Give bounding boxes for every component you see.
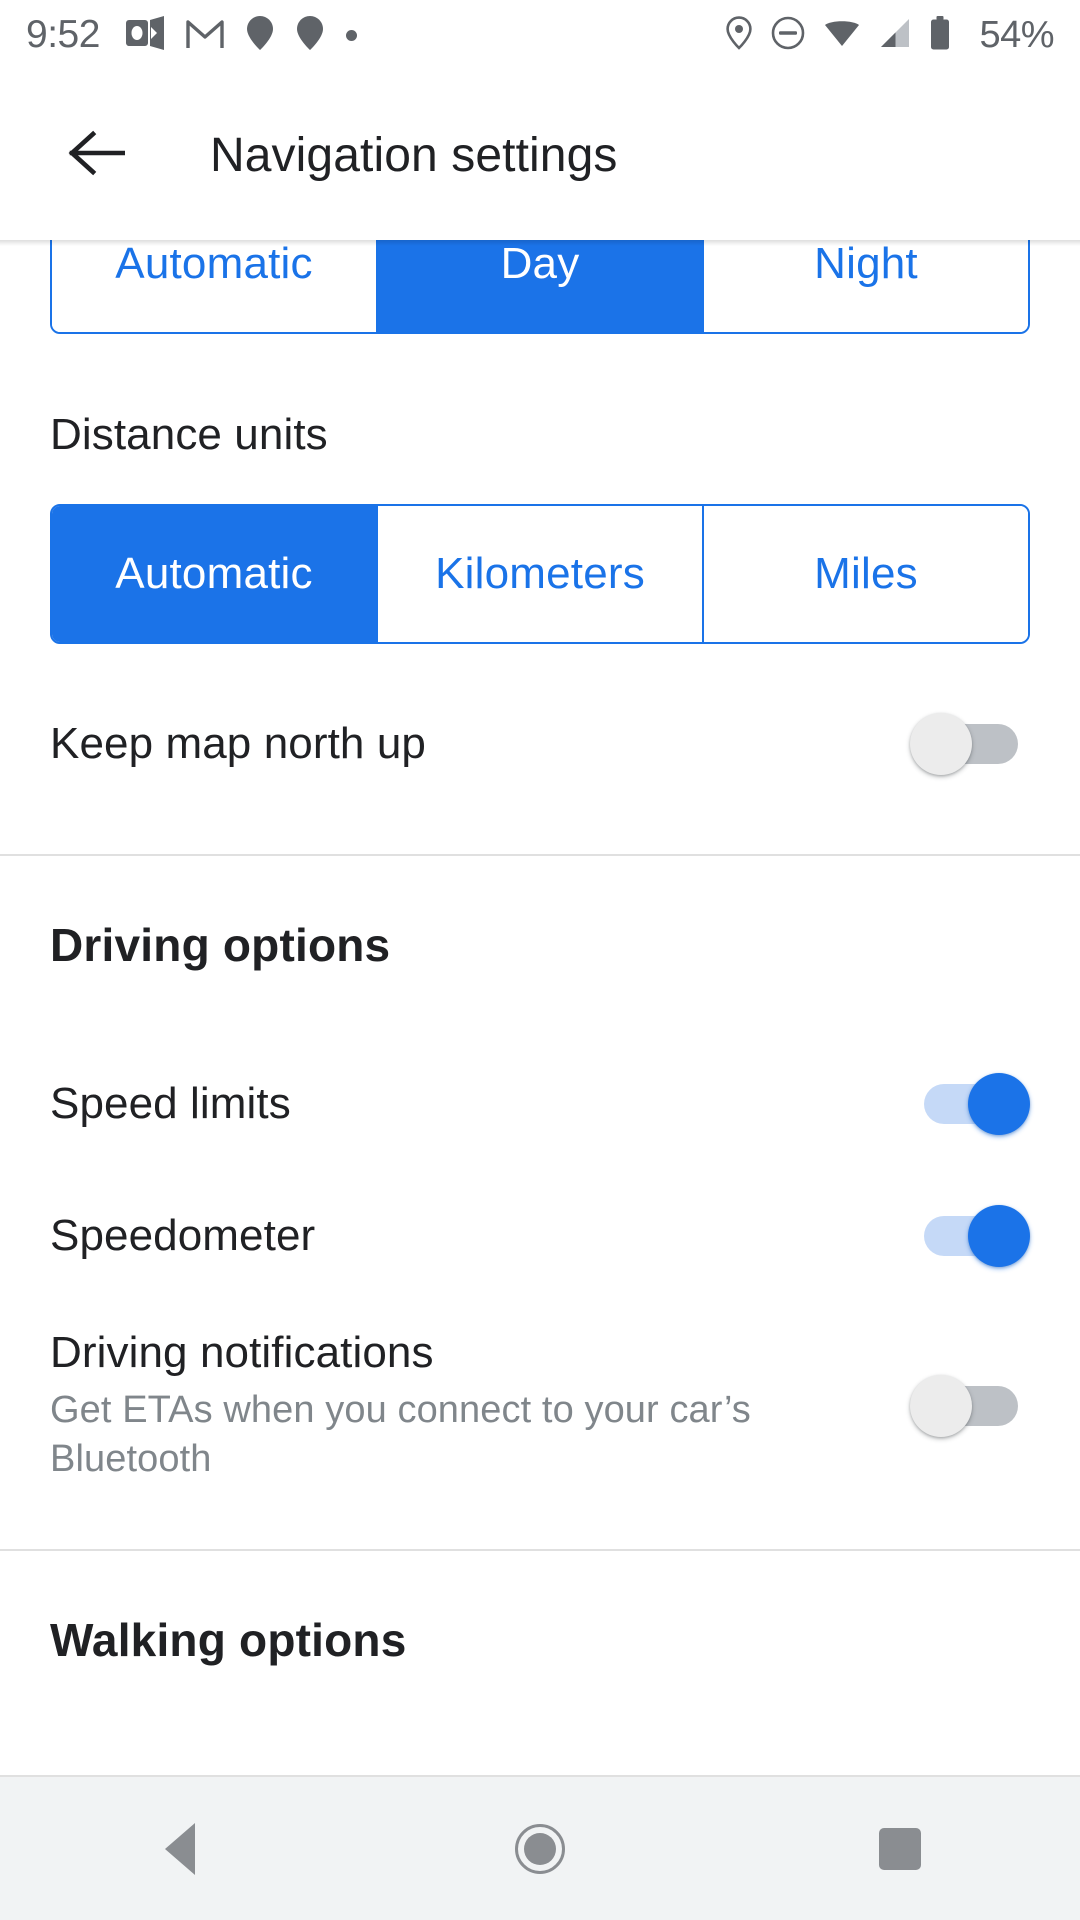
page-title: Navigation settings	[210, 128, 618, 182]
row-title: Speedometer	[50, 1211, 316, 1260]
back-button[interactable]	[40, 99, 152, 211]
toggle-knob	[968, 1205, 1030, 1267]
toggle-knob	[910, 1374, 972, 1437]
settings-scroll-container[interactable]: Automatic Day Night Distance units Autom…	[0, 240, 1080, 1775]
status-bar-system-icons: 54%	[726, 14, 1054, 57]
toggle-driving-notifications[interactable]	[910, 1374, 1030, 1437]
row-subtitle: Get ETAs when you connect to your car’s …	[50, 1389, 751, 1480]
cellular-signal-icon	[879, 18, 911, 53]
segment-kilometers[interactable]: Kilometers	[378, 506, 704, 642]
toggle-speed-limits[interactable]	[910, 1073, 1030, 1135]
home-circle-icon	[515, 1823, 565, 1874]
row-speed-limits[interactable]: Speed limits	[0, 1054, 1080, 1154]
nav-back-button[interactable]	[100, 1776, 260, 1920]
gmail-icon	[186, 16, 224, 55]
row-title: Keep map north up	[50, 719, 426, 768]
heading-walking-options: Walking options	[50, 1614, 407, 1667]
app-bar-shadow	[0, 240, 1080, 246]
row-texts: Speedometer	[50, 1211, 315, 1261]
distance-units-section: Automatic Kilometers Miles	[0, 504, 1080, 644]
nav-recents-button[interactable]	[820, 1776, 980, 1920]
row-texts: Speed limits	[50, 1079, 291, 1129]
row-title: Speed limits	[50, 1079, 291, 1128]
nav-home-button[interactable]	[460, 1776, 620, 1920]
toggle-speedometer[interactable]	[910, 1205, 1030, 1267]
segment-automatic[interactable]: Automatic	[52, 506, 378, 642]
toggle-knob	[910, 713, 972, 775]
recents-square-icon	[879, 1827, 921, 1870]
toggle-knob	[968, 1073, 1030, 1135]
back-triangle-icon	[165, 1822, 195, 1875]
status-bar: 9:52 54%	[0, 0, 1080, 70]
status-bar-notification-icons	[125, 15, 357, 56]
do-not-disturb-icon	[771, 16, 805, 55]
location-pin-icon	[296, 15, 324, 56]
location-icon	[726, 15, 753, 55]
row-texts: Driving notifications Get ETAs when you …	[50, 1328, 810, 1483]
status-bar-clock: 9:52	[26, 13, 100, 56]
segment-miles[interactable]: Miles	[704, 506, 1028, 642]
map-display-mode-segmented-control[interactable]: Automatic Day Night	[50, 240, 1030, 334]
dot-icon	[345, 29, 357, 41]
wifi-icon	[824, 18, 860, 53]
phone-screen: 9:52 54% Navigation settings Automatic D…	[0, 0, 1080, 1920]
row-texts: Keep map north up	[50, 719, 426, 769]
battery-percent-label: 54%	[979, 13, 1054, 56]
distance-units-label: Distance units	[50, 410, 328, 459]
outlook-icon	[125, 15, 164, 55]
segment-automatic[interactable]: Automatic	[52, 240, 378, 332]
segment-night[interactable]: Night	[704, 240, 1028, 332]
system-navigation-bar	[0, 1775, 1080, 1920]
app-bar: Navigation settings	[0, 70, 1080, 240]
heading-driving-options: Driving options	[50, 919, 391, 971]
location-pin-icon	[246, 15, 274, 56]
distance-units-segmented-control[interactable]: Automatic Kilometers Miles	[50, 504, 1030, 644]
segment-day[interactable]: Day	[378, 240, 704, 332]
row-title: Driving notifications	[50, 1328, 434, 1377]
row-keep-map-north-up[interactable]: Keep map north up	[0, 694, 1080, 794]
toggle-keep-map-north-up[interactable]	[910, 713, 1030, 775]
battery-icon	[930, 15, 950, 55]
map-display-mode-section: Automatic Day Night	[0, 240, 1080, 334]
back-arrow-icon	[67, 130, 127, 181]
row-driving-notifications[interactable]: Driving notifications Get ETAs when you …	[0, 1328, 1080, 1483]
row-speedometer[interactable]: Speedometer	[0, 1186, 1080, 1286]
